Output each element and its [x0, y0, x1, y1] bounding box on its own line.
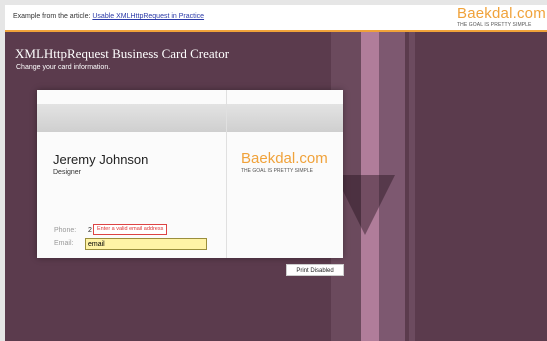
page-title: XMLHttpRequest Business Card Creator: [15, 46, 230, 61]
brand-logo-text: Baekdal.com: [457, 5, 546, 22]
article-link[interactable]: Usable XMLHttpRequest in Practice: [92, 13, 204, 20]
email-field[interactable]: email: [85, 238, 207, 250]
brand-logo[interactable]: Baekdal.com THE GOAL IS PRETTY SIMPLE: [457, 5, 547, 29]
email-error-tooltip: Enter a valid email address: [93, 224, 168, 235]
card-brand-logo: Baekdal.com: [241, 150, 328, 167]
card-name[interactable]: Jeremy Johnson: [53, 152, 148, 167]
phone-label: Phone:: [54, 227, 77, 234]
card-job-title[interactable]: Designer: [53, 169, 81, 176]
article-reference: Example from the article: Usable XMLHttp…: [13, 13, 204, 20]
phone-field[interactable]: 2: [88, 227, 92, 234]
page-subtitle: Change your card information.: [16, 64, 111, 71]
decorative-stripe: [409, 32, 415, 341]
card-shadow: [335, 175, 395, 235]
brand-tagline: THE GOAL IS PRETTY SIMPLE: [457, 22, 532, 28]
example-prefix: Example from the article:: [13, 13, 91, 20]
card-divider: [226, 90, 227, 258]
top-bar: Example from the article: Usable XMLHttp…: [5, 5, 547, 32]
card-brand-tagline: THE GOAL IS PRETTY SIMPLE: [241, 168, 313, 174]
email-label: Email:: [54, 240, 74, 247]
card-band: [37, 104, 343, 132]
business-card: Jeremy Johnson Designer Baekdal.com THE …: [37, 90, 343, 258]
print-button[interactable]: Print Disabled: [286, 264, 344, 276]
page-frame: Example from the article: Usable XMLHttp…: [5, 5, 547, 341]
